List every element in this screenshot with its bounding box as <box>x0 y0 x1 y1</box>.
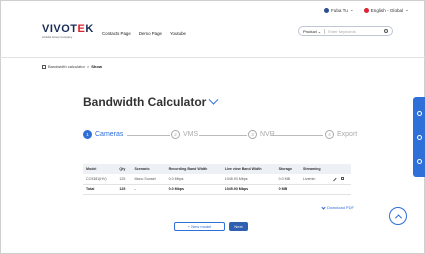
main-nav: Contacts Page Demo Page Youtube <box>102 31 186 36</box>
search-input[interactable]: Enter keywords <box>328 29 384 34</box>
col-model: Model <box>83 164 117 174</box>
col-qty: Qty <box>116 164 132 174</box>
total-scenario: - <box>131 184 166 195</box>
col-streaming: Streaming <box>299 164 330 174</box>
utility-bar: Fuba Tu ⌄ English - Global ⌄ <box>323 7 409 13</box>
nav-contacts-page[interactable]: Contacts Page <box>102 31 131 36</box>
total-storage: 0 MB <box>275 184 300 195</box>
step-label: Export <box>337 131 358 138</box>
globe-icon <box>363 7 369 13</box>
breadcrumb-parent[interactable]: Bandwidth calculator <box>48 64 85 69</box>
step-label: VMS <box>183 131 199 138</box>
cell-storage: 0.0 MB <box>275 174 300 185</box>
step-number: 2 <box>171 130 180 139</box>
total-empty <box>329 184 351 195</box>
scroll-top-button[interactable] <box>389 207 407 225</box>
step-number: 4 <box>325 130 334 139</box>
step-connector <box>199 135 247 136</box>
support-icon[interactable] <box>416 134 422 140</box>
step-number: 3 <box>248 130 257 139</box>
chevron-down-icon: ⌄ <box>317 28 322 34</box>
step-nvr[interactable]: 3 NVR <box>248 130 275 139</box>
cell-qty: 125 <box>116 174 132 185</box>
breadcrumb: Bandwidth calculator > Show <box>42 64 102 69</box>
download-pdf-link[interactable]: Download PDF <box>321 205 354 210</box>
user-name: Fuba Tu <box>330 7 348 13</box>
nav-demo-page[interactable]: Demo Page <box>139 31 162 36</box>
home-icon[interactable] <box>42 64 46 69</box>
col-scenario: Scenario <box>131 164 166 174</box>
step-connector <box>127 135 170 136</box>
breadcrumb-current: Show <box>91 64 102 69</box>
edit-icon[interactable] <box>332 177 337 182</box>
breadcrumb-separator: > <box>86 64 90 69</box>
nav-youtube[interactable]: Youtube <box>170 31 186 36</box>
cell-streaming: Livemin <box>299 174 330 185</box>
user-menu[interactable]: Fuba Tu ⌄ <box>323 7 354 13</box>
chat-icon[interactable] <box>416 110 422 116</box>
step-cameras[interactable]: 1 Cameras <box>83 130 123 139</box>
new-model-button[interactable]: + New model <box>174 222 225 231</box>
side-floating-panel[interactable] <box>413 97 425 177</box>
step-number: 1 <box>83 130 92 139</box>
col-recording-bw: Recording Band Width <box>165 164 222 174</box>
step-connector <box>271 135 323 136</box>
total-recording-bw: 0.0 Mbps <box>165 184 222 195</box>
step-label: Cameras <box>95 131 124 138</box>
table-total-row: Total 125 - 0.0 Mbps 1045.93 Mbps 0 MB <box>83 184 351 195</box>
step-label: NVR <box>260 131 275 138</box>
next-button[interactable]: Next <box>229 222 248 231</box>
search-box[interactable]: Product ⌄ Enter keywords <box>298 26 393 36</box>
download-label: Download PDF <box>327 205 354 210</box>
arrow-up-icon <box>394 213 402 221</box>
cell-liveview-bw: 1045.93 Mbps <box>221 174 276 185</box>
chevron-down-icon <box>208 94 219 105</box>
logo[interactable]: VIVOTEK A Delta Group Company <box>42 23 94 40</box>
chevron-down-icon: ⌄ <box>405 7 409 12</box>
logo-text: VIVOTEK <box>42 23 94 35</box>
product-dropdown[interactable]: Product ⌄ <box>303 28 326 34</box>
search-icon[interactable] <box>384 29 388 33</box>
cell-scenario: Mono Sunset <box>131 174 166 185</box>
language-menu[interactable]: English - Global ⌄ <box>363 7 409 13</box>
product-label: Product <box>303 28 317 34</box>
camera-table: Model Qty Scenario Recording Band Width … <box>83 164 351 195</box>
stepper: 1 Cameras 2 VMS 3 NVR 4 Export <box>83 130 357 142</box>
page-title[interactable]: Bandwidth Calculator <box>83 94 219 109</box>
cell-recording-bw: 0.0 Mbps <box>165 174 222 185</box>
total-empty <box>299 184 330 195</box>
cell-model: CC9381(HV) <box>83 174 117 185</box>
language-label: English - Global <box>370 7 404 13</box>
step-vms[interactable]: 2 VMS <box>171 130 198 139</box>
total-liveview-bw: 1045.93 Mbps <box>221 184 276 195</box>
total-label: Total <box>83 184 117 195</box>
logo-subtitle: A Delta Group Company <box>42 35 73 39</box>
trash-icon[interactable] <box>340 176 344 180</box>
col-liveview-bw: Live view Band Width <box>221 164 276 174</box>
user-icon <box>323 7 329 13</box>
page-title-text: Bandwidth Calculator <box>83 95 207 109</box>
table-header-row: Model Qty Scenario Recording Band Width … <box>83 164 351 174</box>
step-export[interactable]: 4 Export <box>325 130 357 139</box>
col-storage: Storage <box>275 164 300 174</box>
contact-icon[interactable] <box>416 158 422 164</box>
chevron-down-icon: ⌄ <box>349 7 354 12</box>
total-qty: 125 <box>116 184 132 195</box>
download-icon <box>321 205 326 210</box>
col-actions <box>329 164 351 174</box>
table-row: CC9381(HV) 125 Mono Sunset 0.0 Mbps 1045… <box>83 174 351 185</box>
cell-actions <box>329 174 351 185</box>
